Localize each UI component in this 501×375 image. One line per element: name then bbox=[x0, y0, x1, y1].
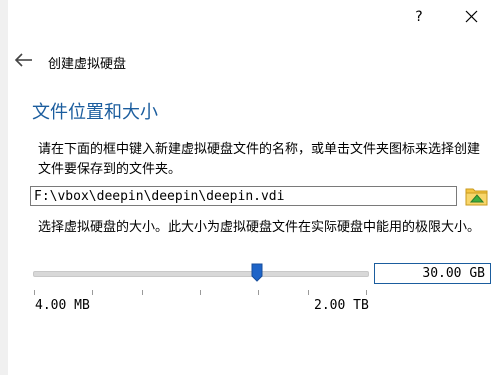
choose-folder-button[interactable] bbox=[464, 183, 490, 209]
close-icon bbox=[465, 10, 478, 23]
location-description: 请在下面的框中键入新建虚拟硬盘文件的名称，或单击文件夹图标来选择创建文件要保存到… bbox=[38, 142, 481, 177]
size-description: 选择虚拟硬盘的大小。此大小为虚拟硬盘文件在实际硬盘中能用的极限大小。 bbox=[38, 220, 481, 235]
section-heading: 文件位置和大小 bbox=[32, 102, 158, 123]
folder-icon bbox=[465, 188, 488, 206]
slider-handle-shape bbox=[251, 263, 263, 282]
size-min-label: 4.00 MB bbox=[35, 298, 90, 313]
help-button[interactable]: ? bbox=[408, 6, 430, 28]
slider-tick bbox=[366, 290, 367, 295]
file-path-input[interactable] bbox=[30, 186, 457, 206]
close-button[interactable] bbox=[458, 6, 484, 28]
window-left-edge bbox=[0, 0, 8, 375]
dialog-title: 创建虚拟硬盘 bbox=[48, 57, 127, 72]
size-slider-track[interactable] bbox=[33, 271, 369, 277]
back-button[interactable] bbox=[14, 52, 34, 68]
slider-tick bbox=[142, 290, 143, 295]
slider-tick bbox=[200, 290, 201, 295]
slider-tick bbox=[308, 290, 309, 295]
slider-tick bbox=[34, 290, 35, 295]
size-max-label: 2.00 TB bbox=[314, 298, 369, 313]
size-slider-handle[interactable] bbox=[251, 263, 263, 282]
back-arrow-icon bbox=[14, 53, 32, 67]
slider-tick bbox=[258, 290, 259, 295]
size-input[interactable] bbox=[374, 263, 491, 284]
slider-tick bbox=[92, 290, 93, 295]
